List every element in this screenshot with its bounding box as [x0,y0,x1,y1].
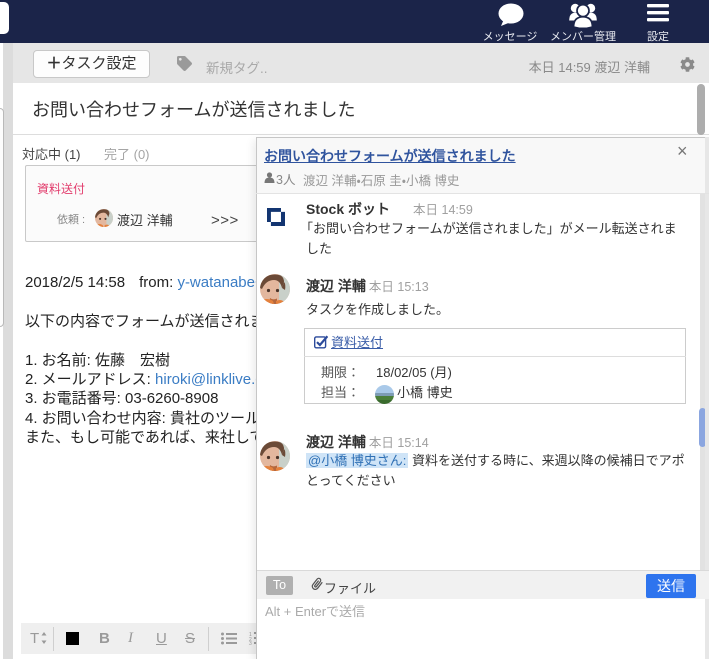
svg-text:3: 3 [249,641,252,645]
